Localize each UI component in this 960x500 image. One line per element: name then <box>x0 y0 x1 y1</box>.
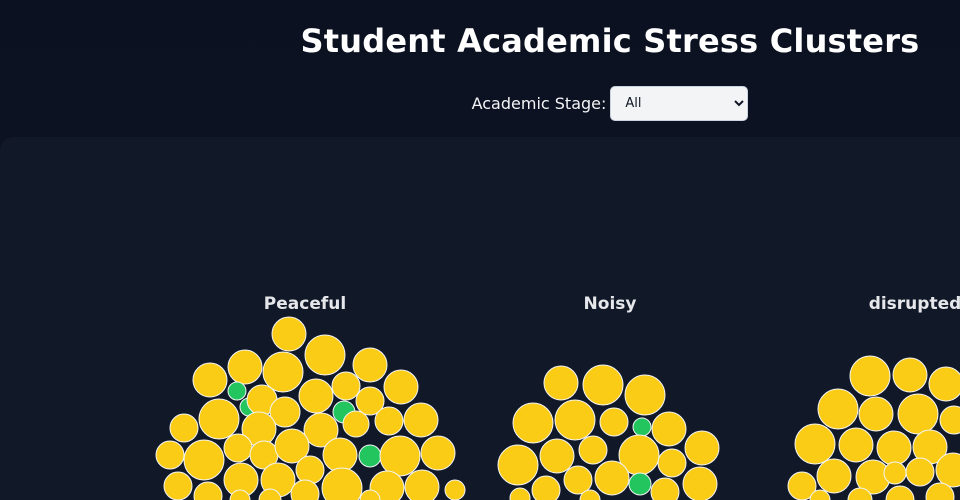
cluster-disrupted: disrupted <box>787 294 960 500</box>
bubble-disrupted-yellow-11[interactable] <box>816 458 852 494</box>
bubble-noisy-yellow-9[interactable] <box>497 444 539 486</box>
bubble-disrupted-yellow-7[interactable] <box>794 423 836 465</box>
bubble-noisy-yellow-1[interactable] <box>582 364 624 406</box>
bubble-peaceful-yellow-3[interactable] <box>304 334 346 376</box>
cluster-label-noisy: Noisy <box>584 294 637 314</box>
bubble-noisy-yellow-19[interactable] <box>531 475 561 500</box>
bubble-peaceful-yellow-28[interactable] <box>322 437 358 473</box>
bubble-peaceful-yellow-33[interactable] <box>193 481 223 500</box>
page: Student Academic Stress Clusters Academi… <box>0 0 960 500</box>
bubble-peaceful-green-6[interactable] <box>227 381 247 401</box>
bubble-peaceful-yellow-4[interactable] <box>352 347 388 383</box>
bubble-peaceful-yellow-15[interactable] <box>169 413 199 443</box>
bubble-noisy-yellow-0[interactable] <box>543 365 579 401</box>
bubble-noisy-yellow-7[interactable] <box>651 411 687 447</box>
bubble-noisy-yellow-3[interactable] <box>512 402 554 444</box>
bubble-disrupted-yellow-5[interactable] <box>897 393 939 435</box>
cluster-label-disrupted: disrupted <box>869 294 960 314</box>
bubble-disrupted-yellow-0[interactable] <box>849 355 891 397</box>
bubble-disrupted-yellow-1[interactable] <box>892 357 928 393</box>
cluster-peaceful: Peaceful <box>155 294 466 500</box>
cluster-noisy: Noisy <box>497 294 720 500</box>
bubble-noisy-yellow-18[interactable] <box>682 466 718 500</box>
bubble-noisy-yellow-5[interactable] <box>599 407 629 437</box>
bubble-peaceful-yellow-14[interactable] <box>383 369 419 405</box>
bubble-cluster-chart: Peaceful Noisy disrupted <box>155 294 960 500</box>
bubble-peaceful-yellow-1[interactable] <box>227 349 263 385</box>
bubble-noisy-green-16[interactable] <box>628 472 652 496</box>
bubble-peaceful-yellow-22[interactable] <box>155 440 185 470</box>
bubble-noisy-yellow-13[interactable] <box>657 448 687 478</box>
bubble-peaceful-yellow-5[interactable] <box>192 362 228 398</box>
bubble-peaceful-yellow-16[interactable] <box>198 398 240 440</box>
bubble-noisy-yellow-2[interactable] <box>624 374 666 416</box>
bubble-peaceful-yellow-31[interactable] <box>420 435 456 471</box>
bubble-peaceful-yellow-11[interactable] <box>331 371 361 401</box>
bubble-disrupted-yellow-13[interactable] <box>905 457 935 487</box>
bubble-peaceful-yellow-19[interactable] <box>342 410 370 438</box>
bubble-noisy-yellow-11[interactable] <box>578 435 608 465</box>
bubble-peaceful-yellow-10[interactable] <box>298 378 334 414</box>
bubble-peaceful-yellow-37[interactable] <box>321 467 363 500</box>
bubble-disrupted-yellow-18[interactable] <box>885 485 915 500</box>
bubble-disrupted-yellow-4[interactable] <box>858 396 894 432</box>
bubble-noisy-yellow-8[interactable] <box>684 430 720 466</box>
cluster-label-peaceful: Peaceful <box>264 294 346 314</box>
bubble-noisy-yellow-21[interactable] <box>509 487 531 500</box>
bubble-disrupted-yellow-3[interactable] <box>817 388 859 430</box>
bubble-peaceful-yellow-43[interactable] <box>444 479 466 500</box>
bubble-peaceful-yellow-20[interactable] <box>374 406 404 436</box>
bubble-noisy-yellow-10[interactable] <box>539 438 575 474</box>
bubble-noisy-yellow-14[interactable] <box>594 460 630 496</box>
bubble-peaceful-yellow-27[interactable] <box>295 455 325 485</box>
bubble-disrupted-yellow-8[interactable] <box>838 427 874 463</box>
bubble-peaceful-yellow-23[interactable] <box>183 439 225 481</box>
bubble-disrupted-yellow-16[interactable] <box>883 461 907 485</box>
bubble-peaceful-yellow-30[interactable] <box>379 435 421 477</box>
bubble-peaceful-yellow-0[interactable] <box>271 316 307 352</box>
bubble-noisy-green-6[interactable] <box>632 417 652 437</box>
bubble-disrupted-yellow-9[interactable] <box>876 430 912 466</box>
bubble-peaceful-yellow-32[interactable] <box>163 471 193 500</box>
bubble-disrupted-yellow-2[interactable] <box>928 366 960 402</box>
bubble-peaceful-yellow-21[interactable] <box>403 402 439 438</box>
bubble-peaceful-green-29[interactable] <box>358 444 382 468</box>
bubble-peaceful-yellow-24[interactable] <box>223 433 253 463</box>
bubble-disrupted-yellow-6[interactable] <box>939 405 960 435</box>
bubble-peaceful-yellow-2[interactable] <box>262 351 304 393</box>
bubble-noisy-yellow-4[interactable] <box>554 399 596 441</box>
bubble-noisy-yellow-17[interactable] <box>650 477 680 500</box>
bubble-peaceful-yellow-39[interactable] <box>404 469 440 500</box>
